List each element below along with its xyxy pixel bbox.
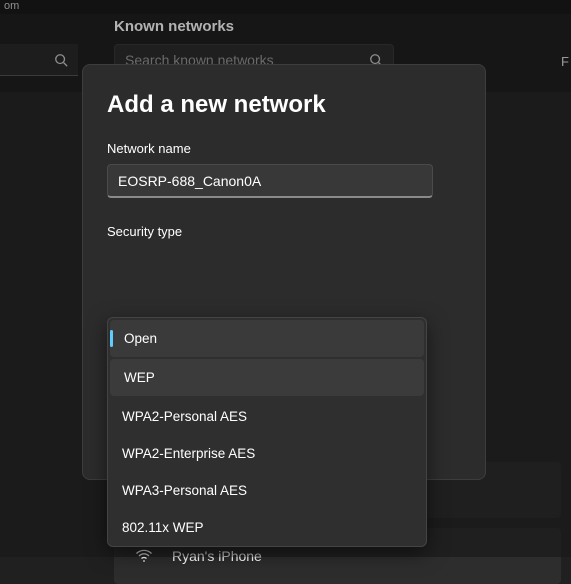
dropdown-option-open[interactable]: Open xyxy=(110,320,424,357)
dropdown-option-wpa2-enterprise[interactable]: WPA2-Enterprise AES xyxy=(108,435,426,472)
dropdown-option-wpa2-personal[interactable]: WPA2-Personal AES xyxy=(108,398,426,435)
dropdown-option-80211x-wep[interactable]: 802.11x WEP xyxy=(108,509,426,546)
dropdown-option-wep[interactable]: WEP xyxy=(110,359,424,396)
network-name-label: Network name xyxy=(107,141,461,156)
network-name-input[interactable] xyxy=(107,164,433,198)
security-type-dropdown[interactable]: Open WEP WPA2-Personal AES WPA2-Enterpri… xyxy=(107,317,427,547)
dropdown-option-wpa3-personal[interactable]: WPA3-Personal AES xyxy=(108,472,426,509)
add-network-dialog: Add a new network Network name Security … xyxy=(82,64,486,480)
dialog-title: Add a new network xyxy=(107,91,461,119)
security-type-label: Security type xyxy=(107,224,461,239)
